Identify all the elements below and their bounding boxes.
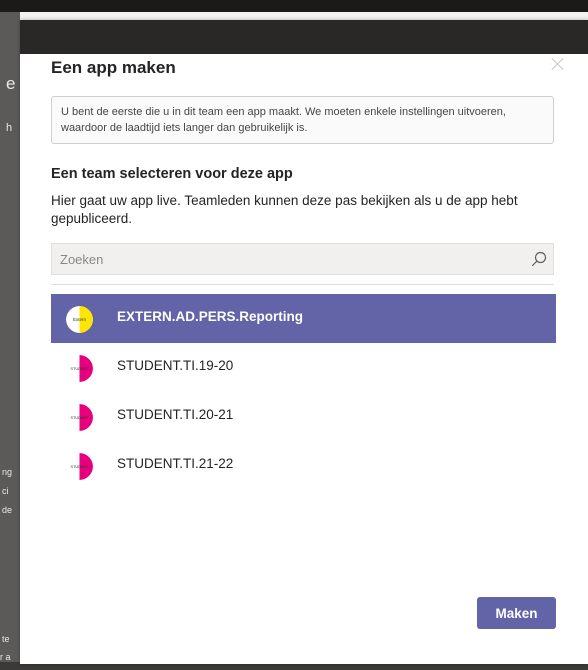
section-description: Hier gaat uw app live. Teamleden kunnen … [51,193,518,226]
dialog-header-bar [20,20,588,54]
background-topbar [0,0,588,12]
team-name: STUDENT.TI.20-21 [117,407,234,422]
team-avatar-label: STUDENT [71,465,90,469]
section-title: Een team selecteren voor deze app [51,166,293,182]
search-icon[interactable] [530,250,548,268]
team-list: Extern EXTERN.AD.PERS.Reporting STUDENT … [51,294,556,490]
team-avatar: STUDENT [66,355,93,382]
background-text-fragment: de [2,505,13,515]
team-item-student-ti-20-21[interactable]: STUDENT STUDENT.TI.20-21 [51,392,556,441]
team-item-student-ti-21-22[interactable]: STUDENT STUDENT.TI.21-22 [51,441,556,490]
team-avatar-label: STUDENT [71,367,90,371]
team-name: STUDENT.TI.19-20 [117,358,234,373]
search-box [51,243,554,275]
team-avatar: STUDENT [66,404,93,431]
team-avatar-label: STUDENT [71,416,90,420]
divider [51,284,554,285]
create-app-dialog: Een app maken U bent de eerste die u in … [20,20,588,664]
team-item-student-ti-19-20[interactable]: STUDENT STUDENT.TI.19-20 [51,343,556,392]
team-avatar: STUDENT [66,453,93,480]
team-name: EXTERN.AD.PERS.Reporting [117,309,304,324]
make-button[interactable]: Maken [477,597,556,629]
info-message: U bent de eerste die u in dit team een a… [51,96,554,144]
background-sidebar: e h ng ci de te r a [0,12,20,670]
team-name: STUDENT.TI.21-22 [117,456,234,471]
background-text-fragment: h [6,122,13,134]
team-avatar-label: Extern [73,317,87,322]
background-text-fragment: e [6,74,16,93]
team-avatar: Extern [66,306,93,333]
background-text-fragment: r a [0,652,11,662]
team-item-extern-ad-pers-reporting[interactable]: Extern EXTERN.AD.PERS.Reporting [51,294,556,343]
background-text-fragment: ng [2,467,13,477]
dialog-title: Een app maken [51,58,176,77]
background-text-fragment: te [2,634,10,644]
background-text-fragment: ci [2,486,9,496]
close-icon[interactable] [548,54,568,74]
search-input[interactable] [52,244,522,274]
